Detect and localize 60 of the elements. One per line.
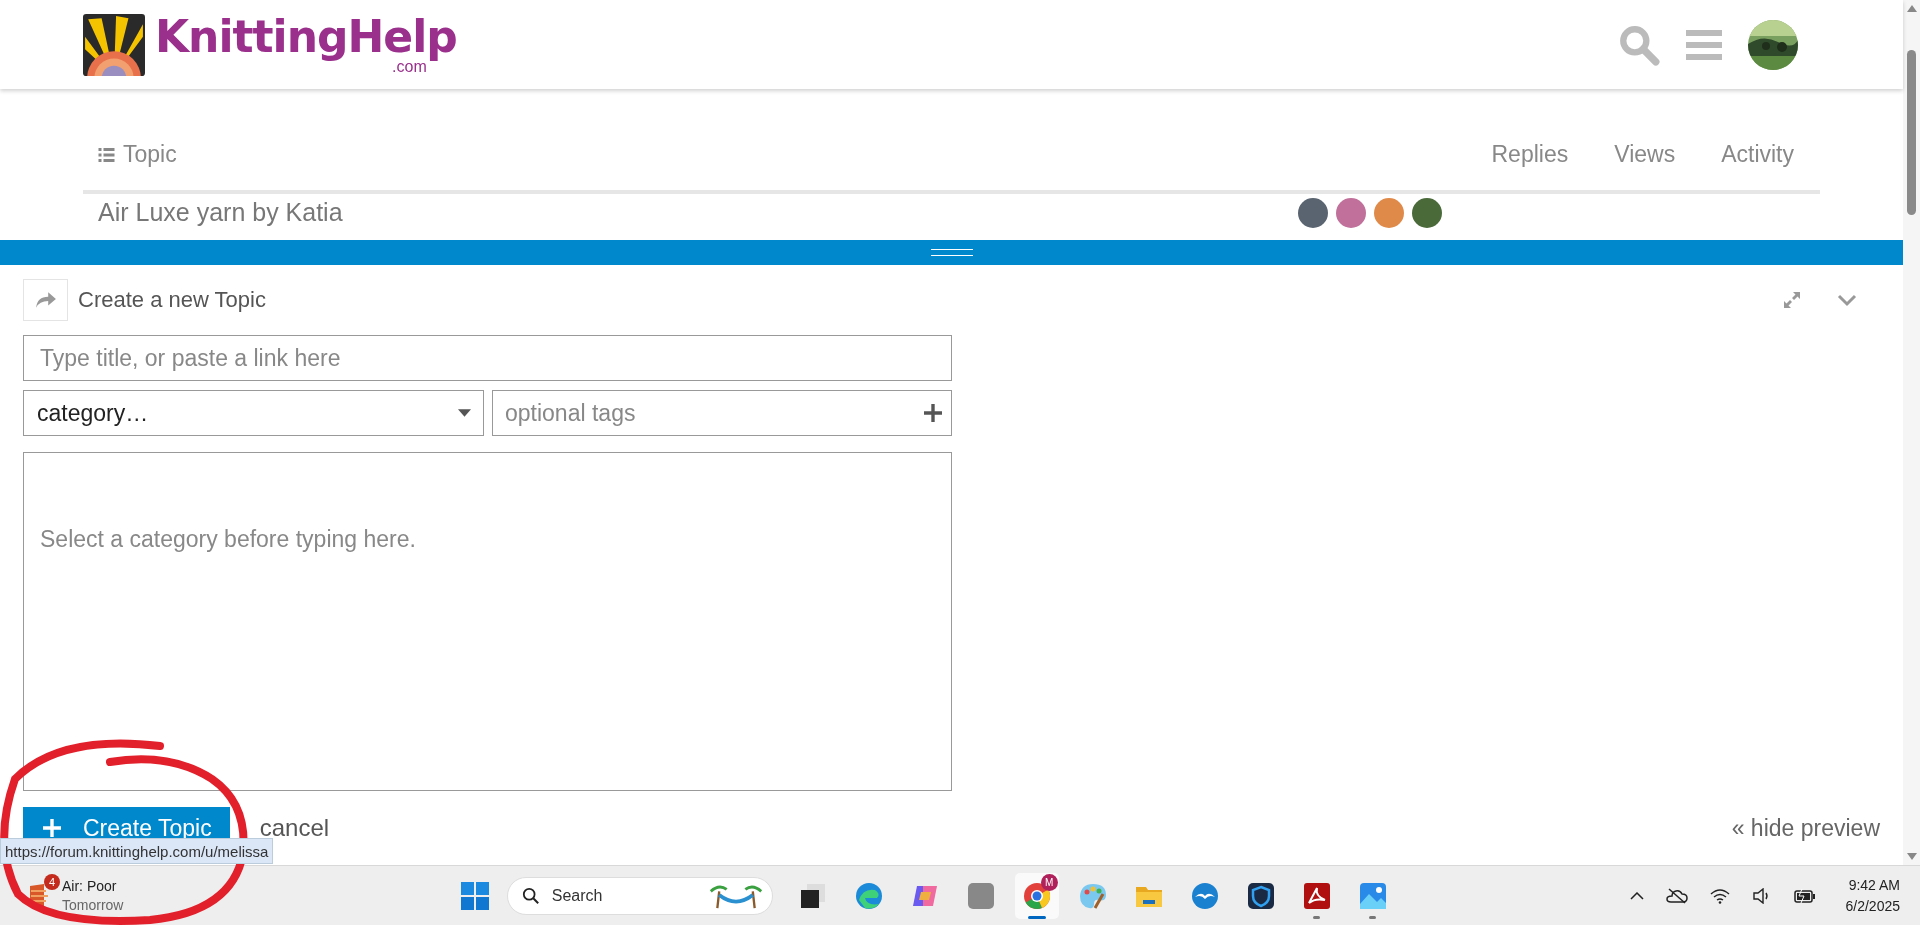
scrollbar[interactable] — [1903, 0, 1920, 865]
poster-avatar[interactable] — [1335, 198, 1366, 228]
caret-icon — [458, 409, 471, 417]
weather-status: Air: Poor — [62, 877, 118, 896]
date-text: 6/2/2025 — [1845, 896, 1900, 916]
cloud-off-icon[interactable] — [1665, 887, 1688, 904]
poster-avatar[interactable] — [1373, 198, 1404, 228]
topic-column-header[interactable]: Topic — [98, 141, 177, 168]
account-badge: M — [1040, 873, 1058, 891]
running-indicator — [1027, 915, 1046, 919]
scroll-up-icon[interactable] — [1906, 4, 1917, 12]
taskbar-app-button[interactable]: M — [1014, 872, 1059, 919]
logo-wordmark: KnittingHelp — [155, 14, 457, 59]
site-logo[interactable]: KnittingHelp .com — [83, 13, 457, 76]
search-icon[interactable] — [1618, 23, 1660, 66]
time-text: 9:42 AM — [1848, 876, 1900, 896]
start-icon[interactable] — [460, 881, 489, 910]
editor-textarea[interactable]: Select a category before typing here. — [23, 452, 952, 791]
reply-action-icon[interactable] — [23, 279, 68, 321]
logo-domain: .com — [392, 58, 427, 75]
notification-badge: 4 — [44, 873, 60, 890]
scroll-down-icon[interactable] — [1906, 853, 1917, 861]
battery-charging-icon[interactable] — [1793, 888, 1816, 903]
running-indicator — [1313, 915, 1321, 919]
composer-title: Create a new Topic — [78, 287, 266, 313]
poster-avatar[interactable] — [1297, 198, 1328, 228]
tags-input-field[interactable]: optional tags — [492, 390, 952, 436]
weather-period: Tomorrow — [62, 895, 124, 914]
app-tile-icon — [966, 881, 995, 910]
search-icon — [521, 886, 540, 905]
pdf-app-icon — [1302, 881, 1331, 910]
grip-icon — [930, 249, 973, 256]
list-icon — [98, 147, 115, 162]
photos-icon — [1358, 881, 1387, 910]
title-input-field[interactable]: Type title, or paste a link here — [23, 335, 952, 381]
scrollbar-thumb[interactable] — [1907, 50, 1916, 215]
hide-preview-link[interactable]: « hide preview — [1731, 814, 1880, 842]
plus-icon[interactable] — [924, 404, 942, 422]
sunburst-yarn-icon — [83, 13, 145, 76]
taskbar-search-field[interactable]: Search — [506, 876, 773, 915]
topic-title-link[interactable]: Air Luxe yarn by Katia — [98, 198, 343, 227]
clock[interactable]: 9:42 AM 6/2/2025 — [1845, 875, 1900, 916]
link-status-tooltip: https://forum.knittinghelp.com/u/melissa — [0, 838, 274, 864]
poster-avatar[interactable] — [1411, 198, 1442, 228]
column-header[interactable]: Views — [1614, 141, 1676, 168]
wifi-icon[interactable] — [1709, 887, 1730, 904]
chevron-down-icon[interactable] — [1836, 293, 1858, 307]
chevron-up-icon[interactable] — [1629, 891, 1644, 900]
bird-app-icon — [1190, 881, 1219, 910]
edge-browser-icon — [854, 881, 883, 910]
column-header[interactable]: Activity — [1721, 141, 1794, 168]
expand-icon[interactable] — [1782, 290, 1802, 310]
category-dropdown[interactable]: category… — [23, 390, 484, 436]
plus-icon — [43, 819, 61, 837]
menu-icon[interactable] — [1686, 28, 1722, 61]
paint-palette-icon — [1078, 881, 1107, 910]
running-indicator — [1369, 915, 1377, 919]
shield-app-icon — [1246, 881, 1275, 910]
task-view-icon — [798, 881, 827, 910]
column-header[interactable]: Replies — [1491, 141, 1569, 168]
